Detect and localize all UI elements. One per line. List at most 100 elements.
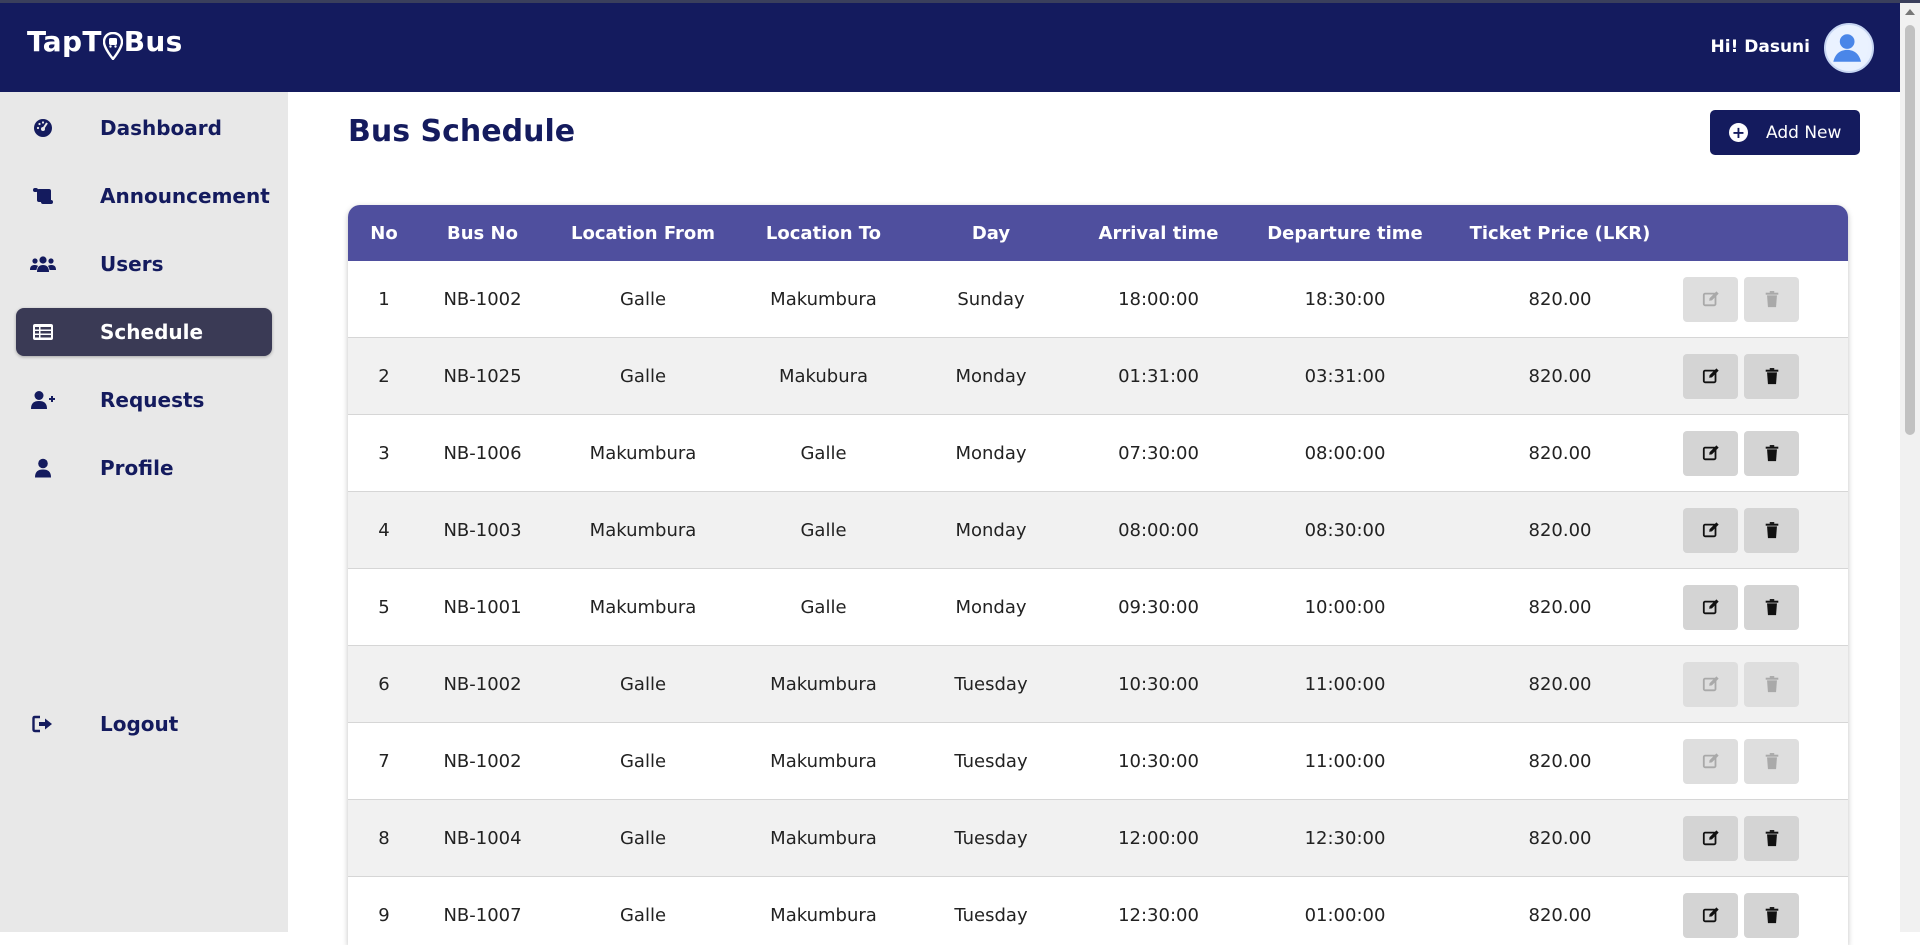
cell-bus-no: NB-1004 — [443, 827, 522, 849]
sidebar-item-dashboard[interactable]: Dashboard — [16, 104, 272, 152]
edit-button[interactable] — [1683, 507, 1738, 553]
location-pin-icon — [102, 31, 123, 61]
cell-departure-time: 01:00:00 — [1304, 904, 1386, 926]
delete-button[interactable] — [1744, 892, 1799, 938]
dashboard-gauge-icon — [30, 117, 56, 139]
app-logo[interactable]: TapT Bus — [27, 25, 183, 61]
cell-no: 6 — [378, 673, 390, 695]
cell-no: 9 — [378, 904, 390, 926]
cell-bus-no: NB-1003 — [443, 519, 522, 541]
schedule-table: No Bus No Location From Location To Day … — [348, 205, 1848, 945]
edit-button[interactable] — [1683, 892, 1738, 938]
cell-location-from: Galle — [619, 365, 667, 387]
cell-location-to: Galle — [800, 596, 847, 618]
logout-label: Logout — [100, 712, 179, 736]
column-header-departure-time: Departure time — [1267, 222, 1423, 244]
sidebar-item-label: Schedule — [100, 320, 204, 344]
table-row: 1 NB-1002 Galle Makumbura Sunday 18:00:00 18:3… — [348, 261, 1848, 338]
sidebar-item-label: Announcement — [100, 184, 270, 208]
cell-ticket-price: 820.00 — [1528, 288, 1592, 310]
logout-button[interactable]: Logout — [16, 700, 272, 748]
cell-no: 7 — [378, 750, 390, 772]
cell-departure-time: 08:00:00 — [1304, 442, 1386, 464]
cell-ticket-price: 820.00 — [1528, 827, 1592, 849]
edit-icon — [1702, 445, 1719, 461]
row-actions — [1671, 276, 1848, 322]
delete-button[interactable] — [1744, 661, 1799, 707]
cell-location-from: Galle — [619, 750, 667, 772]
cell-location-from: Galle — [619, 673, 667, 695]
vertical-scrollbar[interactable] — [1900, 3, 1920, 932]
cell-bus-no: NB-1007 — [443, 904, 522, 926]
trash-icon — [1765, 368, 1778, 385]
edit-button[interactable] — [1683, 353, 1738, 399]
sidebar-item-announcement[interactable]: Announcement — [16, 172, 272, 220]
table-row: 9 NB-1007 Galle Makumbura Tuesday 12:30:00 01:… — [348, 877, 1848, 945]
add-new-button[interactable]: + Add New — [1710, 110, 1860, 155]
trash-icon — [1765, 676, 1778, 693]
announcement-scroll-icon — [30, 185, 56, 207]
user-greeting: Hi! Dasuni — [1710, 37, 1810, 57]
cell-arrival-time: 10:30:00 — [1118, 673, 1199, 695]
table-row: 5 NB-1001 Makumbura Galle Monday 09:30:00 10:0… — [348, 569, 1848, 646]
sidebar-item-profile[interactable]: Profile — [16, 444, 272, 492]
edit-icon — [1702, 753, 1719, 769]
delete-button[interactable] — [1744, 815, 1799, 861]
page-title: Bus Schedule — [348, 114, 576, 149]
column-header-bus-no: Bus No — [447, 222, 518, 244]
row-actions — [1671, 507, 1848, 553]
trash-icon — [1765, 291, 1778, 308]
column-header-location-from: Location From — [570, 222, 716, 244]
row-actions — [1671, 892, 1848, 938]
sidebar-item-schedule[interactable]: Schedule — [16, 308, 272, 356]
trash-icon — [1765, 830, 1778, 847]
cell-no: 2 — [378, 365, 390, 387]
cell-departure-time: 03:31:00 — [1304, 365, 1386, 387]
trash-icon — [1765, 522, 1778, 539]
sidebar-item-label: Users — [100, 252, 164, 276]
logo-text-left: TapT — [27, 25, 102, 58]
cell-location-to: Makumbura — [770, 288, 877, 310]
sidebar: Dashboard Announcement Users Schedule Re… — [0, 92, 288, 932]
scrollbar-thumb[interactable] — [1905, 25, 1915, 435]
cell-location-from: Galle — [619, 904, 667, 926]
delete-button[interactable] — [1744, 276, 1799, 322]
delete-button[interactable] — [1744, 738, 1799, 784]
cell-day: Tuesday — [954, 673, 1028, 695]
sidebar-item-label: Profile — [100, 456, 174, 480]
sidebar-item-users[interactable]: Users — [16, 240, 272, 288]
cell-arrival-time: 10:30:00 — [1118, 750, 1199, 772]
delete-button[interactable] — [1744, 353, 1799, 399]
edit-button[interactable] — [1683, 661, 1738, 707]
avatar-person-icon — [1826, 25, 1869, 68]
cell-ticket-price: 820.00 — [1528, 904, 1592, 926]
edit-button[interactable] — [1683, 276, 1738, 322]
delete-button[interactable] — [1744, 584, 1799, 630]
users-icon — [30, 253, 56, 275]
edit-button[interactable] — [1683, 815, 1738, 861]
column-header-day: Day — [971, 222, 1011, 244]
cell-arrival-time: 12:30:00 — [1118, 904, 1199, 926]
row-actions — [1671, 738, 1848, 784]
cell-bus-no: NB-1006 — [443, 442, 522, 464]
cell-day: Tuesday — [954, 827, 1028, 849]
edit-button[interactable] — [1683, 738, 1738, 784]
cell-location-to: Makubura — [778, 365, 869, 387]
cell-departure-time: 11:00:00 — [1304, 750, 1386, 772]
cell-arrival-time: 09:30:00 — [1118, 596, 1199, 618]
edit-icon — [1702, 291, 1719, 307]
edit-button[interactable] — [1683, 430, 1738, 476]
schedule-table-icon — [30, 321, 56, 343]
scroll-up-arrow-icon[interactable] — [1905, 9, 1915, 15]
sidebar-item-requests[interactable]: Requests — [16, 376, 272, 424]
cell-location-from: Galle — [619, 288, 667, 310]
cell-location-from: Makumbura — [589, 596, 697, 618]
cell-location-from: Makumbura — [589, 442, 697, 464]
delete-button[interactable] — [1744, 430, 1799, 476]
delete-button[interactable] — [1744, 507, 1799, 553]
edit-icon — [1702, 522, 1719, 538]
cell-day: Sunday — [957, 288, 1025, 310]
edit-button[interactable] — [1683, 584, 1738, 630]
user-avatar[interactable] — [1824, 23, 1874, 73]
cell-ticket-price: 820.00 — [1528, 365, 1592, 387]
